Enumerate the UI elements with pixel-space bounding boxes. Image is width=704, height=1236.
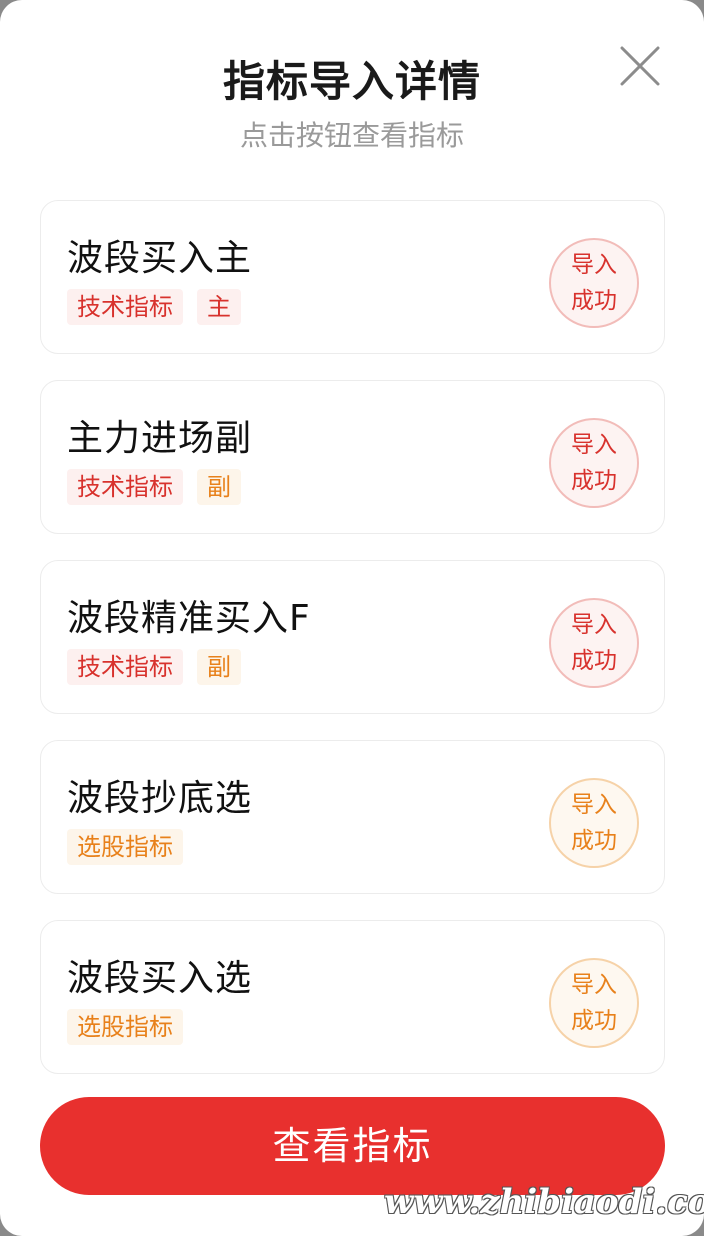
indicator-tags: 选股指标	[67, 829, 183, 865]
indicator-type-tag: 选股指标	[67, 1009, 183, 1045]
indicator-name: 波段抄底选	[67, 778, 253, 819]
indicator-tags: 选股指标	[67, 1009, 183, 1045]
indicator-card[interactable]: 波段精准买入F 技术指标 副 导入 成功	[40, 560, 665, 714]
stamp-line-2: 成功	[571, 288, 617, 314]
stamp-line-1: 导入	[571, 972, 617, 998]
import-success-stamp: 导入 成功	[549, 598, 639, 688]
indicator-type-tag: 技术指标	[67, 469, 183, 505]
stamp-line-1: 导入	[571, 792, 617, 818]
stamp-line-1: 导入	[571, 612, 617, 638]
indicator-tags: 技术指标 主	[67, 289, 241, 325]
indicator-card[interactable]: 主力进场副 技术指标 副 导入 成功	[40, 380, 665, 534]
dialog-title: 指标导入详情	[222, 57, 481, 106]
stamp-line-1: 导入	[571, 432, 617, 458]
indicator-name: 波段买入选	[67, 958, 253, 999]
import-success-stamp: 导入 成功	[549, 418, 639, 508]
indicator-card[interactable]: 波段抄底选 选股指标 导入 成功	[40, 740, 665, 894]
indicator-tags: 技术指标 副	[67, 649, 241, 685]
indicator-type-tag: 技术指标	[67, 289, 183, 325]
stamp-line-2: 成功	[571, 828, 617, 854]
import-success-stamp: 导入 成功	[549, 778, 639, 868]
indicator-name: 波段精准买入F	[67, 598, 311, 639]
indicator-position-tag: 副	[197, 649, 241, 685]
import-success-stamp: 导入 成功	[549, 238, 639, 328]
stamp-line-2: 成功	[571, 1008, 617, 1034]
stamp-line-2: 成功	[571, 468, 617, 494]
import-success-stamp: 导入 成功	[549, 958, 639, 1048]
watermark: www.zhibiaodi.com	[384, 1182, 704, 1222]
indicator-type-tag: 选股指标	[67, 829, 183, 865]
import-details-dialog: 指标导入详情 点击按钮查看指标 波段买入主 技术指标 主 导入 成功 主力进场副…	[0, 0, 704, 1236]
indicator-type-tag: 技术指标	[67, 649, 183, 685]
indicator-card[interactable]: 波段买入主 技术指标 主 导入 成功	[40, 200, 665, 354]
dialog-subtitle: 点击按钮查看指标	[239, 119, 464, 152]
close-button[interactable]	[618, 44, 662, 88]
indicator-name: 主力进场副	[67, 418, 253, 459]
indicator-position-tag: 副	[197, 469, 241, 505]
indicator-list: 波段买入主 技术指标 主 导入 成功 主力进场副 技术指标 副 导入 成功 波段…	[40, 200, 665, 1100]
close-icon	[620, 46, 660, 86]
stamp-line-1: 导入	[571, 252, 617, 278]
indicator-tags: 技术指标 副	[67, 469, 241, 505]
indicator-position-tag: 主	[197, 289, 241, 325]
indicator-card[interactable]: 波段买入选 选股指标 导入 成功	[40, 920, 665, 1074]
indicator-name: 波段买入主	[67, 238, 253, 279]
stamp-line-2: 成功	[571, 648, 617, 674]
